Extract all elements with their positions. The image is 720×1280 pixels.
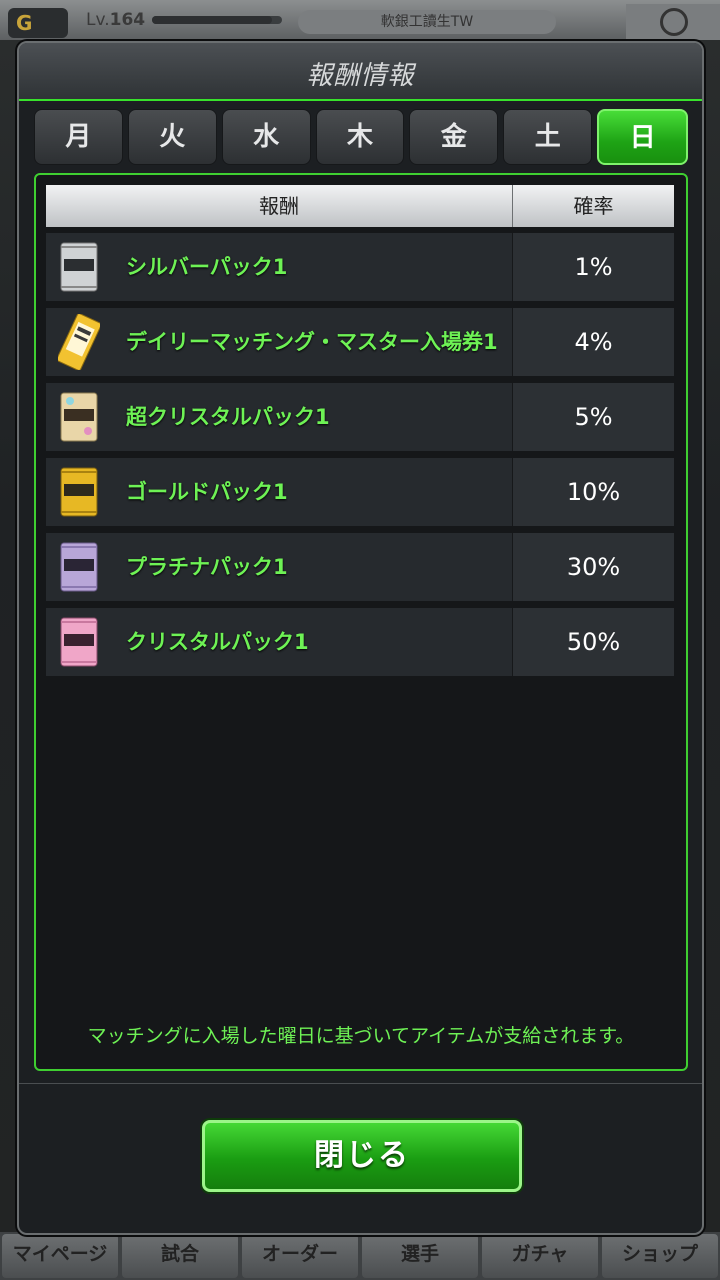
reward-rate: 30% bbox=[513, 533, 674, 601]
level-prefix: Lv. bbox=[86, 10, 110, 30]
tab-wednesday[interactable]: 水 bbox=[221, 109, 311, 165]
bottom-navigation: マイページ 試合 オーダー 選手 ガチャ ショップ bbox=[0, 1232, 720, 1280]
exp-bar-fill bbox=[152, 16, 272, 24]
search-icon bbox=[660, 8, 688, 36]
column-header-reward: 報酬 bbox=[46, 185, 513, 227]
reward-name: ゴールドパック1 bbox=[126, 480, 288, 504]
close-button[interactable]: 閉じる bbox=[202, 1120, 522, 1192]
search-button[interactable] bbox=[626, 4, 720, 40]
reward-name: クリスタルパック1 bbox=[126, 630, 309, 654]
nav-game[interactable]: 試合 bbox=[122, 1234, 238, 1278]
nav-mypage[interactable]: マイページ bbox=[2, 1234, 118, 1278]
top-status-bar: G Lv.164 軟銀工讀生TW bbox=[0, 0, 720, 40]
header-divider bbox=[19, 99, 702, 101]
reward-cell: ゴールドパック1 bbox=[46, 458, 513, 526]
nav-gacha[interactable]: ガチャ bbox=[482, 1234, 598, 1278]
table-row: プラチナパック1 30% bbox=[46, 533, 674, 601]
nav-order[interactable]: オーダー bbox=[242, 1234, 358, 1278]
tab-sunday[interactable]: 日 bbox=[597, 109, 689, 165]
modal-title: 報酬情報 bbox=[306, 61, 415, 91]
super-crystal-pack-icon bbox=[60, 392, 98, 442]
silver-pack-icon bbox=[60, 242, 98, 292]
user-name[interactable]: 軟銀工讀生TW bbox=[298, 10, 556, 34]
reward-rate: 50% bbox=[513, 608, 674, 676]
table-row: ゴールドパック1 10% bbox=[46, 458, 674, 526]
reward-cell: シルバーパック1 bbox=[46, 233, 513, 301]
tab-tuesday[interactable]: 火 bbox=[127, 109, 217, 165]
column-header-rate: 確率 bbox=[513, 185, 674, 227]
reward-cell: デイリーマッチング・マスター入場券1 bbox=[46, 308, 513, 376]
gold-pack-icon bbox=[60, 467, 98, 517]
tab-friday[interactable]: 金 bbox=[409, 109, 499, 165]
nav-shop[interactable]: ショップ bbox=[602, 1234, 718, 1278]
reward-panel: 報酬 確率 シルバーパック1 1% デイリーマッチング・マスター入場券1 4% … bbox=[34, 173, 688, 1071]
table-row: デイリーマッチング・マスター入場券1 4% bbox=[46, 308, 674, 376]
reward-cell: プラチナパック1 bbox=[46, 533, 513, 601]
level-value: 164 bbox=[109, 10, 146, 30]
player-level: Lv.164 bbox=[86, 10, 145, 30]
reward-rate: 5% bbox=[513, 383, 674, 451]
reward-cell: クリスタルパック1 bbox=[46, 608, 513, 676]
table-header: 報酬 確率 bbox=[46, 185, 674, 227]
nav-players[interactable]: 選手 bbox=[362, 1234, 478, 1278]
modal-header: 報酬情報 bbox=[19, 43, 702, 100]
reward-table-body: シルバーパック1 1% デイリーマッチング・マスター入場券1 4% 超クリスタル… bbox=[46, 233, 674, 683]
tab-thursday[interactable]: 木 bbox=[315, 109, 405, 165]
reward-name: 超クリスタルパック1 bbox=[126, 405, 330, 429]
table-row: 超クリスタルパック1 5% bbox=[46, 383, 674, 451]
reward-rate: 4% bbox=[513, 308, 674, 376]
reward-rate: 10% bbox=[513, 458, 674, 526]
reward-name: デイリーマッチング・マスター入場券1 bbox=[126, 330, 498, 354]
platinum-pack-icon bbox=[60, 542, 98, 592]
weekday-tabs: 月 火 水 木 金 土 日 bbox=[34, 109, 689, 165]
tab-saturday[interactable]: 土 bbox=[503, 109, 593, 165]
crystal-pack-icon bbox=[60, 617, 98, 667]
ticket-icon bbox=[58, 314, 100, 370]
team-logo-icon: G bbox=[8, 8, 68, 38]
table-row: クリスタルパック1 50% bbox=[46, 608, 674, 676]
reward-name: シルバーパック1 bbox=[126, 255, 288, 279]
tab-monday[interactable]: 月 bbox=[34, 109, 123, 165]
reward-name: プラチナパック1 bbox=[126, 555, 288, 579]
reward-rate: 1% bbox=[513, 233, 674, 301]
reward-info-modal: 報酬情報 月 火 水 木 金 土 日 報酬 確率 シルバーパック1 1% デイリ… bbox=[17, 41, 704, 1235]
table-row: シルバーパック1 1% bbox=[46, 233, 674, 301]
exp-bar bbox=[152, 16, 282, 24]
info-note: マッチングに入場した曜日に基づいてアイテムが支給されます。 bbox=[87, 1025, 635, 1047]
reward-cell: 超クリスタルパック1 bbox=[46, 383, 513, 451]
footer-divider bbox=[19, 1083, 702, 1084]
